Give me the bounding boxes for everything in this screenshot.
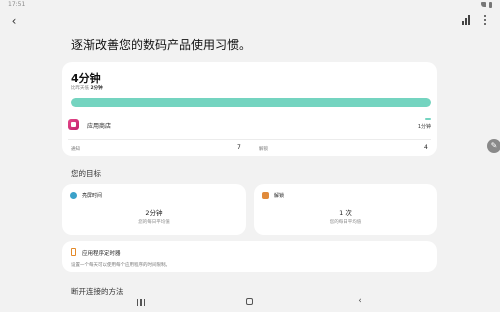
recent-apps-icon[interactable] <box>137 299 145 306</box>
bar-chart-icon[interactable] <box>462 15 472 25</box>
total-screen-time: 4分钟 <box>71 72 101 85</box>
screen-time-goal-value: 2分钟 <box>145 209 163 217</box>
edit-pen-icon[interactable]: ✎ <box>487 139 500 153</box>
status-time: 17:51 <box>8 1 26 8</box>
app-name: 应用商店 <box>87 123 112 130</box>
app-usage-minibar <box>425 118 431 120</box>
usage-progress-bar <box>71 98 431 107</box>
battery-icon <box>489 2 492 8</box>
divider <box>68 139 431 140</box>
unlocks-goal-value: 1 次 <box>339 209 352 217</box>
app-timer-card[interactable]: 应用程序定时器 设置一个每天可以使用每个应用程序的时间限制。 <box>62 241 437 272</box>
comparison-text: 比昨天低 2分钟 <box>71 85 103 91</box>
unlocks-goal-card[interactable]: 解锁 1 次 您的每日平均值 <box>254 184 437 235</box>
hourglass-icon <box>71 248 76 256</box>
usage-progress-fill <box>71 98 431 107</box>
wifi-icon <box>481 2 486 7</box>
notifications-label[interactable]: 通知 <box>71 146 80 152</box>
status-bar: 17:51 <box>0 0 500 10</box>
app-usage-time: 1分钟 <box>417 124 431 130</box>
top-app-bar: ‹ <box>0 12 500 30</box>
screen-time-icon <box>70 192 77 199</box>
page-headline: 逐渐改善您的数码产品使用习惯。 <box>71 38 252 52</box>
usage-summary-card[interactable]: 4分钟 比昨天低 2分钟 应用商店 1分钟 通知 7 解锁 4 <box>62 62 437 156</box>
home-icon[interactable] <box>246 298 253 305</box>
back-icon[interactable]: ‹ <box>355 296 365 306</box>
unlocks-goal-sub: 您的每日平均值 <box>329 220 362 225</box>
comparison-prefix: 比昨天低 <box>71 86 89 91</box>
comparison-value: 2分钟 <box>90 86 103 91</box>
navigation-bar: ‹ <box>0 296 500 312</box>
screen-time-goal-card[interactable]: 亮屏时间 2分钟 您的每日平均值 <box>62 184 246 235</box>
notifications-value: 7 <box>237 144 241 151</box>
unlocks-label[interactable]: 解锁 <box>259 146 268 152</box>
app-usage-row[interactable]: 应用商店 1分钟 <box>68 118 431 134</box>
unlocks-value: 4 <box>424 144 428 151</box>
more-vertical-icon[interactable] <box>482 15 488 25</box>
unlock-icon <box>262 192 269 199</box>
app-timer-desc: 设置一个每天可以使用每个应用程序的时间限制。 <box>71 263 170 268</box>
screen-time-goal-label: 亮屏时间 <box>82 193 103 199</box>
screen-time-goal-sub: 您的每日平均值 <box>138 220 170 225</box>
app-timer-label: 应用程序定时器 <box>82 251 121 257</box>
chevron-left-icon[interactable]: ‹ <box>8 15 20 27</box>
unlocks-goal-label: 解锁 <box>274 193 285 199</box>
galaxy-store-icon <box>68 119 79 130</box>
status-icons <box>481 2 492 8</box>
goals-section-title: 您的目标 <box>71 169 101 178</box>
